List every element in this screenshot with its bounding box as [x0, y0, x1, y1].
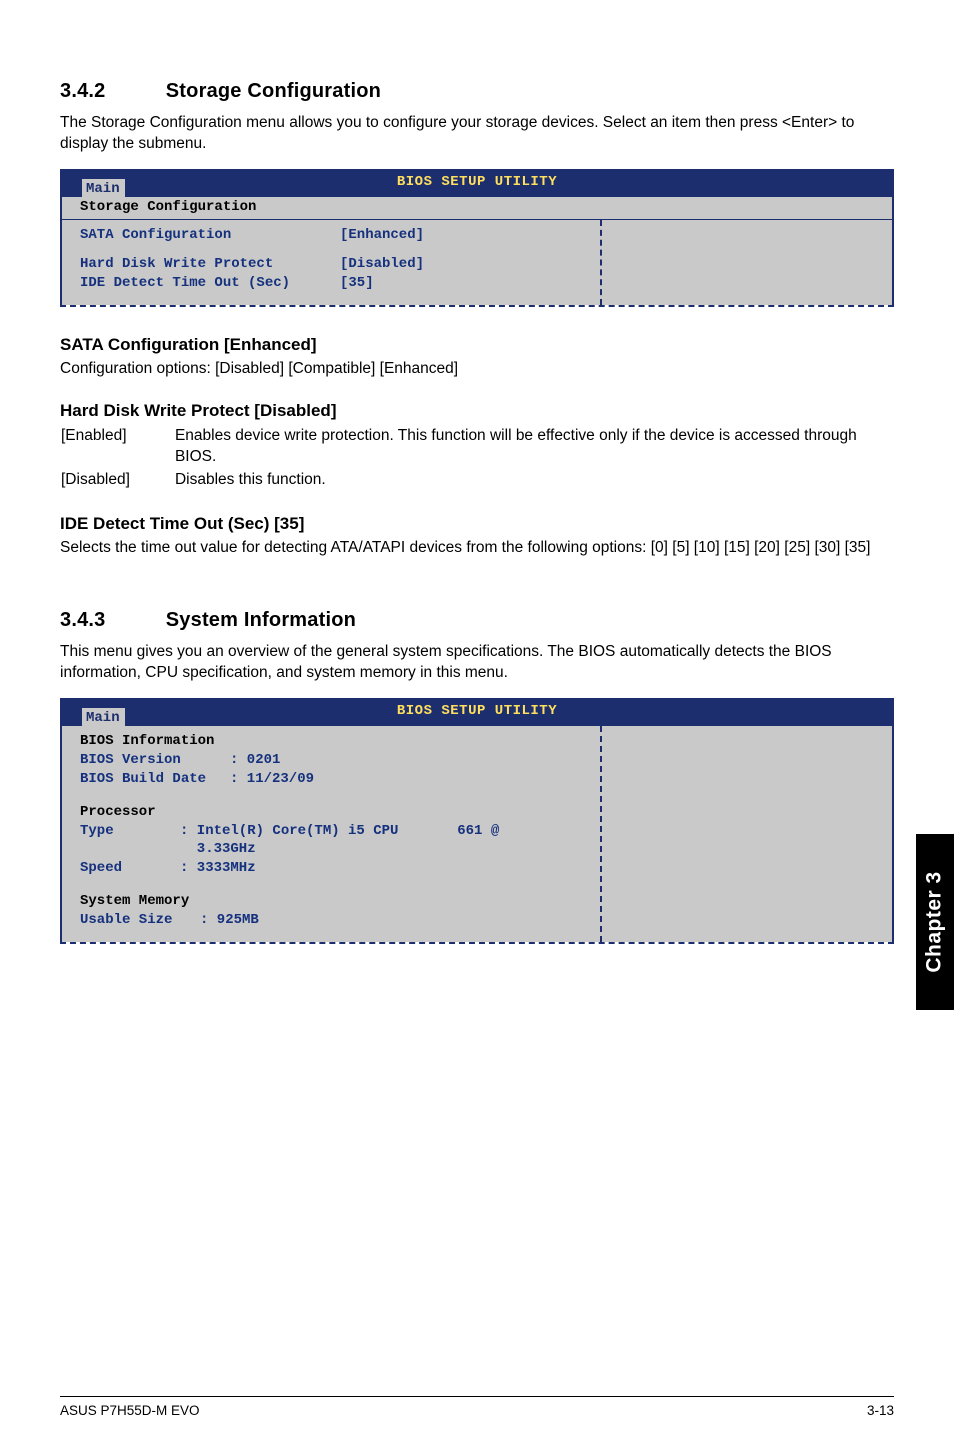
bios-screen-storage: BIOS SETUP UTILITY Main Storage Configur…: [60, 169, 894, 307]
bios-value: [Enhanced]: [340, 226, 424, 245]
bios-tab-main[interactable]: Main: [82, 179, 125, 198]
bios-row: Usable Size : 925MB: [80, 911, 590, 930]
bios-value: : 11/23/09: [230, 770, 314, 789]
bios-value: : 3333MHz: [180, 859, 256, 878]
sata-desc: Configuration options: [Disabled] [Compa…: [60, 359, 894, 380]
bios-right-pane: [602, 726, 893, 942]
bios-key: Usable Size: [80, 911, 200, 930]
bios-value: [Disabled]: [340, 255, 424, 274]
definition-list: [Enabled] Enables device write protectio…: [60, 425, 894, 492]
section-num: 3.4.3: [60, 609, 160, 632]
bios-screen-sysinfo: BIOS SETUP UTILITY Main BIOS Information…: [60, 698, 894, 944]
subheading-hdwp: Hard Disk Write Protect [Disabled]: [60, 401, 894, 421]
bios-key: Speed: [80, 859, 180, 878]
section-342-title: 3.4.2 Storage Configuration: [60, 80, 894, 103]
bios-row: BIOS Build Date : 11/23/09: [80, 770, 590, 789]
bios-group-title: Processor: [80, 803, 590, 822]
bios-key: Type: [80, 822, 180, 841]
bios-header-bar: BIOS SETUP UTILITY Main: [62, 698, 892, 726]
section-343-title: 3.4.3 System Information: [60, 609, 894, 632]
section-342-desc: The Storage Configuration menu allows yo…: [60, 113, 894, 155]
bios-value: [35]: [340, 274, 374, 293]
bios-value: : 925MB: [200, 911, 259, 930]
bios-row: Speed : 3333MHz: [80, 859, 590, 878]
subheading-sata: SATA Configuration [Enhanced]: [60, 335, 894, 355]
bios-key: BIOS Version: [80, 751, 230, 770]
footer-left: ASUS P7H55D-M EVO: [60, 1403, 200, 1418]
bios-row[interactable]: IDE Detect Time Out (Sec) [35]: [80, 274, 590, 293]
section-text: Storage Configuration: [166, 80, 381, 102]
ide-desc: Selects the time out value for detecting…: [60, 538, 894, 559]
chapter-label: Chapter 3: [923, 871, 947, 972]
bios-left-pane: BIOS Information BIOS Version : 0201 BIO…: [62, 726, 602, 942]
bios-key: BIOS Build Date: [80, 770, 230, 789]
bios-key: Hard Disk Write Protect: [80, 255, 340, 274]
footer-right: 3-13: [867, 1403, 894, 1418]
bios-header-title: BIOS SETUP UTILITY: [62, 174, 892, 190]
bios-row: 3.33GHz: [80, 840, 590, 859]
definition-row: [Disabled] Disables this function.: [60, 469, 894, 492]
definition-def: Enables device write protection. This fu…: [174, 425, 894, 469]
bios-group-title: System Memory: [80, 892, 590, 911]
bios-group-title: BIOS Information: [80, 732, 590, 751]
definition-def: Disables this function.: [174, 469, 894, 492]
bios-value: 3.33GHz: [180, 840, 256, 859]
bios-right-pane: [602, 220, 893, 305]
bios-row[interactable]: SATA Configuration [Enhanced]: [80, 226, 590, 245]
definition-row: [Enabled] Enables device write protectio…: [60, 425, 894, 469]
bios-row: Type : Intel(R) Core(TM) i5 CPU 661 @: [80, 822, 590, 841]
bios-row: BIOS Version : 0201: [80, 751, 590, 770]
definition-term: [Enabled]: [60, 425, 174, 469]
section-num: 3.4.2: [60, 80, 160, 103]
bios-header-title: BIOS SETUP UTILITY: [62, 703, 892, 719]
subheading-ide: IDE Detect Time Out (Sec) [35]: [60, 514, 894, 534]
bios-subheader: Storage Configuration: [62, 197, 892, 220]
bios-key: IDE Detect Time Out (Sec): [80, 274, 340, 293]
bios-left-pane: SATA Configuration [Enhanced] Hard Disk …: [62, 220, 602, 305]
section-text: System Information: [166, 609, 356, 631]
bios-value: : 0201: [230, 751, 280, 770]
bios-row[interactable]: Hard Disk Write Protect [Disabled]: [80, 255, 590, 274]
bios-header-bar: BIOS SETUP UTILITY Main: [62, 169, 892, 197]
bios-key: [80, 840, 180, 859]
bios-key: SATA Configuration: [80, 226, 340, 245]
definition-term: [Disabled]: [60, 469, 174, 492]
bios-value: : Intel(R) Core(TM) i5 CPU 661 @: [180, 822, 499, 841]
section-343-desc: This menu gives you an overview of the g…: [60, 642, 894, 684]
bios-tab-main[interactable]: Main: [82, 708, 125, 727]
page-footer: ASUS P7H55D-M EVO 3-13: [60, 1396, 894, 1418]
chapter-side-tab: Chapter 3: [916, 834, 954, 1010]
